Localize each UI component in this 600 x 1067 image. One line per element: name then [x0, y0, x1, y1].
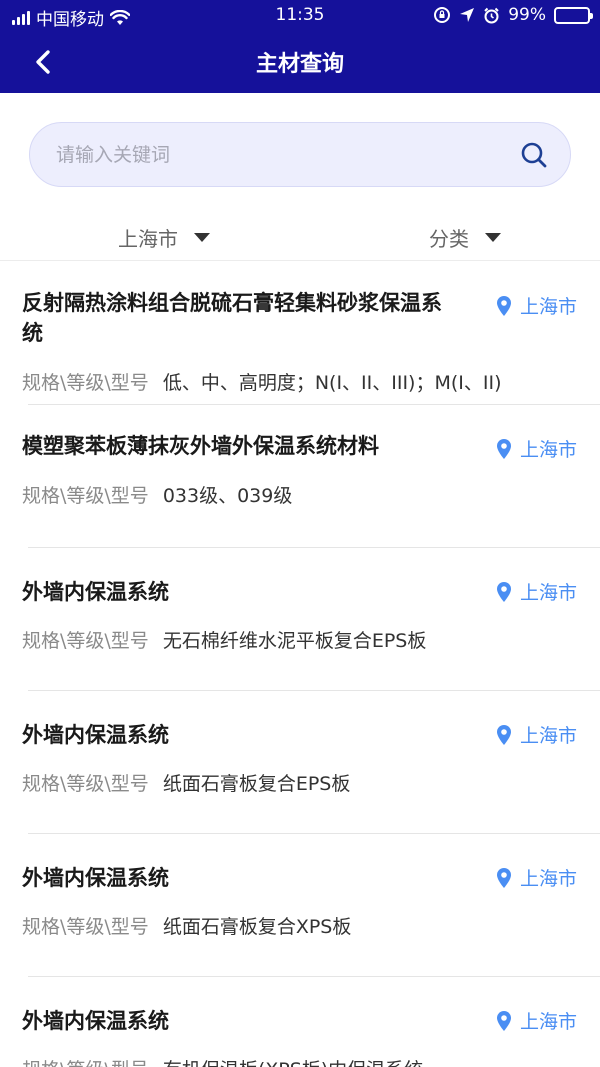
dropdown-triangle-icon [194, 233, 210, 242]
dropdown-triangle-icon [485, 233, 501, 242]
spec-label: 规格\等级\型号 [22, 916, 149, 938]
item-location: 上海市 [496, 435, 577, 462]
filter-bar: 上海市 分类 [0, 215, 600, 261]
list-item[interactable]: 外墙内保温系统 上海市 规格\等级\型号 无石棉纤维水泥平板复合EPS板 [0, 548, 600, 691]
region-filter-label: 上海市 [118, 227, 178, 251]
list-item[interactable]: 模塑聚苯板薄抹灰外墙外保温系统材料 上海市 规格\等级\型号 033级、039级 [0, 405, 600, 548]
item-location: 上海市 [496, 578, 577, 605]
spec-value: 纸面石膏板复合EPS板 [162, 773, 351, 795]
item-name: 模塑聚苯板薄抹灰外墙外保温系统材料 [22, 434, 379, 458]
spec-value: 033级、039级 [162, 485, 293, 507]
spec-label: 规格\等级\型号 [22, 485, 149, 507]
rotation-lock-icon [434, 7, 451, 23]
search-input[interactable] [56, 123, 506, 186]
item-spec: 规格\等级\型号 纸面石膏板复合EPS板 [22, 769, 350, 796]
list-item[interactable]: 外墙内保温系统 上海市 规格\等级\型号 纸面石膏板复合EPS板 [0, 691, 600, 834]
item-spec: 规格\等级\型号 低、中、高明度；N(I、II、III)；M(I、II) [22, 368, 502, 395]
spec-label: 规格\等级\型号 [22, 1059, 149, 1067]
item-location: 上海市 [496, 292, 577, 319]
search-icon[interactable] [520, 141, 548, 169]
location-arrow-icon [460, 8, 475, 22]
spec-value: 无石棉纤维水泥平板复合EPS板 [162, 630, 427, 652]
spec-label: 规格\等级\型号 [22, 372, 149, 394]
location-pin-icon [496, 295, 511, 316]
item-spec: 规格\等级\型号 033级、039级 [22, 481, 292, 508]
location-pin-icon [496, 867, 511, 888]
item-location-label: 上海市 [519, 439, 577, 461]
spec-label: 规格\等级\型号 [22, 630, 149, 652]
item-name: 外墙内保温系统 [22, 580, 169, 604]
spec-label: 规格\等级\型号 [22, 773, 149, 795]
spec-value: 有机保温板(XPS板)内保温系统 [163, 1059, 423, 1067]
alarm-icon [484, 7, 499, 23]
spec-value: 低、中、高明度；N(I、II、III)；M(I、II) [162, 372, 502, 394]
item-location: 上海市 [496, 721, 577, 748]
item-name: 外墙内保温系统 [22, 866, 169, 890]
item-location: 上海市 [496, 864, 577, 891]
list-item[interactable]: 反射隔热涂料组合脱硫石膏轻集料砂浆保温系统 上海市 规格\等级\型号 低、中、高明… [0, 262, 600, 405]
item-name: 外墙内保温系统 [22, 1009, 169, 1033]
category-filter[interactable]: 分类 [429, 223, 501, 252]
nav-bar: 主材查询 [0, 36, 600, 88]
spec-value: 纸面石膏板复合XPS板 [162, 916, 352, 938]
material-list: 反射隔热涂料组合脱硫石膏轻集料砂浆保温系统 上海市 规格\等级\型号 低、中、高明… [0, 262, 600, 1067]
status-bar: 中国移动 11:35 99% [0, 0, 600, 32]
status-right: 99% [433, 5, 593, 25]
item-location-label: 上海市 [519, 1011, 577, 1033]
location-pin-icon [496, 724, 511, 745]
location-pin-icon [496, 438, 511, 459]
item-spec: 规格\等级\型号 纸面石膏板复合XPS板 [22, 912, 351, 939]
item-location-label: 上海市 [519, 582, 577, 604]
list-item[interactable]: 外墙内保温系统 上海市 规格\等级\型号 纸面石膏板复合XPS板 [0, 834, 600, 977]
location-pin-icon [496, 581, 511, 602]
item-spec: 规格\等级\型号 无石棉纤维水泥平板复合EPS板 [22, 626, 426, 653]
page-title: 主材查询 [255, 52, 344, 77]
item-spec: 规格\等级\型号 有机保温板(XPS板)内保温系统 [22, 1055, 423, 1067]
category-filter-label: 分类 [429, 227, 469, 251]
item-name: 外墙内保温系统 [22, 723, 169, 747]
item-location-label: 上海市 [519, 296, 577, 318]
battery-icon [554, 6, 593, 24]
item-name: 反射隔热涂料组合脱硫石膏轻集料砂浆保温系统 [22, 291, 442, 345]
region-filter[interactable]: 上海市 [118, 223, 210, 252]
location-pin-icon [496, 1010, 511, 1031]
list-item[interactable]: 外墙内保温系统 上海市 规格\等级\型号 有机保温板(XPS板)内保温系统 [0, 977, 600, 1067]
item-location: 上海市 [496, 1007, 577, 1034]
header-bar: 中国移动 11:35 99% 主材查询 [0, 0, 600, 93]
item-location-label: 上海市 [519, 725, 577, 747]
battery-percent: 99% [508, 5, 546, 25]
item-location-label: 上海市 [519, 868, 577, 890]
search-bar[interactable] [29, 122, 571, 187]
